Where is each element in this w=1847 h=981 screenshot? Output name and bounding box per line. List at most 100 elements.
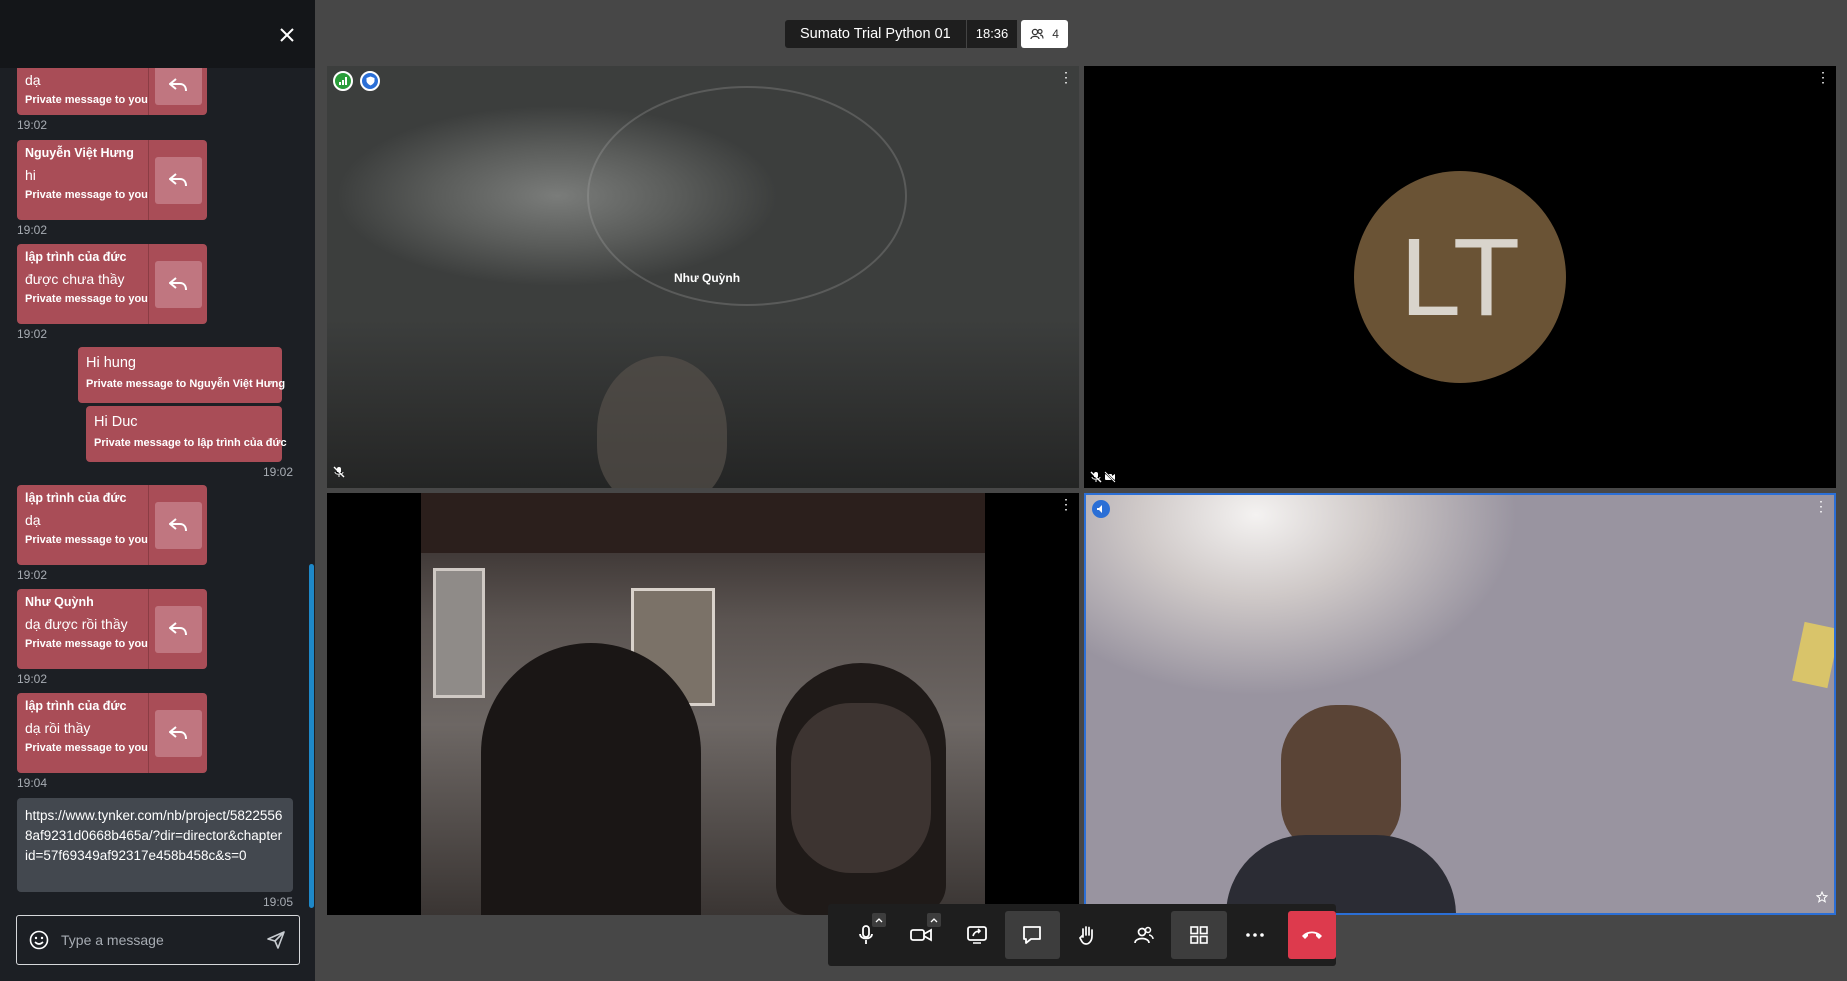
meeting-toolbar xyxy=(828,904,1336,966)
meeting-app: dạ Private message to you 19:02 Nguyễn V… xyxy=(0,0,1847,981)
private-note: Private message to Nguyễn Việt Hưng xyxy=(86,378,286,390)
speaker-indicator[interactable] xyxy=(1092,500,1110,518)
chevron-up-icon xyxy=(930,917,938,922)
private-note: Private message to you xyxy=(25,293,148,305)
camera-options-button[interactable] xyxy=(927,913,942,927)
message-time: 19:02 xyxy=(17,672,48,686)
message-sender: lập trình của đức xyxy=(25,491,127,505)
video-feed xyxy=(1281,705,1401,855)
hangup-button[interactable] xyxy=(1288,911,1336,959)
tile-menu-button[interactable]: ⋮ xyxy=(1814,499,1828,513)
moderator-indicator[interactable] xyxy=(360,71,380,91)
message-list[interactable]: dạ Private message to you 19:02 Nguyễn V… xyxy=(0,68,305,908)
private-note: Private message to you xyxy=(25,189,148,201)
participant-name: Như Quỳnh xyxy=(674,271,741,285)
raise-hand-button[interactable] xyxy=(1060,911,1116,959)
raise-hand-icon xyxy=(1078,926,1093,945)
tile-view-button[interactable] xyxy=(1171,911,1227,959)
reply-button[interactable] xyxy=(154,709,202,757)
message-text: dạ xyxy=(25,72,41,88)
tile-menu-button[interactable]: ⋮ xyxy=(1059,497,1073,511)
signal-icon xyxy=(339,77,347,85)
screen-share-icon xyxy=(966,926,987,944)
video-tile-top-right[interactable]: LT ⋮ xyxy=(1084,66,1836,488)
screen-share-button[interactable] xyxy=(949,911,1005,959)
shield-icon xyxy=(366,76,374,86)
emoji-button[interactable] xyxy=(17,916,61,964)
message-time: 19:02 xyxy=(262,465,293,479)
video-tile-bottom-right[interactable]: ⋮ xyxy=(1084,493,1836,915)
message-time: 19:02 xyxy=(17,327,48,341)
hangup-icon xyxy=(1302,931,1323,939)
message-input[interactable] xyxy=(61,932,253,948)
message-sender: lập trình của đức xyxy=(25,250,127,264)
microphone-icon xyxy=(858,925,873,944)
video-feed xyxy=(421,493,985,915)
microphone-options-button[interactable] xyxy=(871,913,886,927)
reply-button[interactable] xyxy=(154,156,202,204)
message-text: được chưa thầy xyxy=(25,271,125,287)
chat-message: dạ Private message to you xyxy=(17,68,207,115)
camera-off-icon xyxy=(1104,471,1116,483)
video-tile-bottom-left[interactable]: ⋮ xyxy=(327,493,1079,915)
reply-button[interactable] xyxy=(154,605,202,653)
chat-message: Nguyễn Việt Hưng hi Private message to y… xyxy=(17,140,207,220)
reply-icon xyxy=(169,622,187,636)
reply-icon xyxy=(169,726,187,740)
star-icon[interactable] xyxy=(1815,890,1829,908)
message-text: Hi Duc xyxy=(94,414,138,430)
more-actions-button[interactable] xyxy=(1227,911,1283,959)
message-time: 19:04 xyxy=(17,776,48,790)
close-chat-button[interactable] xyxy=(275,22,299,46)
chat-message: lập trình của đức được chưa thầy Private… xyxy=(17,244,207,324)
message-text: dạ được rồi thầy xyxy=(25,616,128,632)
camera-button[interactable] xyxy=(894,911,950,959)
tile-menu-button[interactable]: ⋮ xyxy=(1059,70,1073,84)
chat-message: lập trình của đức dạ rồi thầy Private me… xyxy=(17,693,207,773)
emoji-icon xyxy=(29,930,49,950)
message-sender: Như Quỳnh xyxy=(25,595,94,609)
reply-icon xyxy=(169,277,187,291)
private-note: Private message to you xyxy=(25,534,148,546)
video-tile-top-left[interactable]: ⋮ Như Quỳnh xyxy=(327,66,1079,488)
participants-icon xyxy=(1133,926,1154,944)
message-time: 19:02 xyxy=(17,118,48,132)
send-icon xyxy=(267,931,285,949)
speaker-icon xyxy=(1097,505,1102,513)
message-time: 19:02 xyxy=(17,223,48,237)
microphone-button[interactable] xyxy=(838,911,894,959)
participant-count-button[interactable]: 4 xyxy=(1021,20,1068,48)
participants-icon xyxy=(1030,28,1044,40)
muted-status xyxy=(1090,471,1116,483)
reply-icon xyxy=(169,518,187,532)
reply-button[interactable] xyxy=(154,260,202,308)
message-text: hi xyxy=(25,167,36,183)
message-sender: lập trình của đức xyxy=(25,699,127,713)
message-link[interactable]: https://www.tynker.com/nb/project/582255… xyxy=(25,808,282,863)
chat-panel: dạ Private message to you 19:02 Nguyễn V… xyxy=(0,0,315,981)
participants-button[interactable] xyxy=(1116,911,1172,959)
tile-view-icon xyxy=(1190,926,1208,944)
link-message[interactable]: https://www.tynker.com/nb/project/582255… xyxy=(17,798,293,892)
meeting-info-bar: Sumato Trial Python 01 18:36 4 xyxy=(785,20,1068,48)
meeting-name: Sumato Trial Python 01 xyxy=(785,20,966,48)
message-text: dạ rồi thầy xyxy=(25,720,91,736)
chat-message: Như Quỳnh dạ được rồi thầy Private messa… xyxy=(17,589,207,669)
chat-header xyxy=(0,0,315,68)
sent-message: Hi hung Private message to Nguyễn Việt H… xyxy=(78,347,286,403)
message-sender: Nguyễn Việt Hưng xyxy=(25,146,134,160)
chat-message: lập trình của đức dạ Private message to … xyxy=(17,485,207,565)
sent-message: Hi Duc Private message to lập trình của … xyxy=(86,406,287,462)
more-icon xyxy=(1245,933,1264,937)
send-button[interactable] xyxy=(253,916,299,964)
message-text: dạ xyxy=(25,512,41,528)
private-note: Private message to you xyxy=(25,742,148,754)
chat-button[interactable] xyxy=(1004,911,1061,959)
reply-icon xyxy=(169,77,187,91)
reply-button[interactable] xyxy=(154,68,202,105)
tile-menu-button[interactable]: ⋮ xyxy=(1816,70,1830,84)
private-note: Private message to you xyxy=(25,94,148,106)
chat-scrollbar[interactable] xyxy=(309,564,314,908)
reply-button[interactable] xyxy=(154,501,202,549)
connection-indicator[interactable] xyxy=(333,71,353,91)
